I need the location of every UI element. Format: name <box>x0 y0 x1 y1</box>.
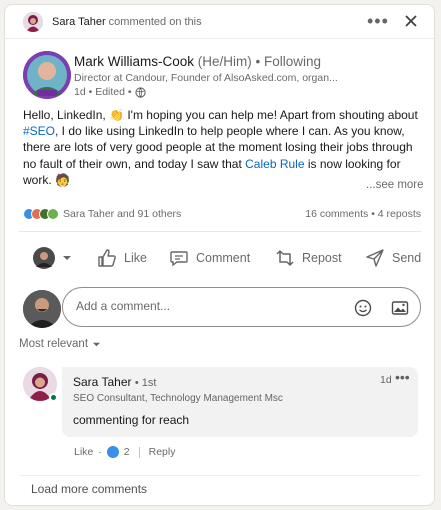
comment-input-box[interactable]: Add a comment... <box>62 287 421 327</box>
reaction-persona-button[interactable] <box>33 238 72 278</box>
post-meta: 1d • Edited • <box>74 86 146 98</box>
reactions-text[interactable]: Sara Taher and 91 others <box>63 208 181 220</box>
post-body: Hello, LinkedIn, 👏 I'm hoping you can he… <box>23 107 421 188</box>
send-button[interactable]: Send <box>365 238 421 278</box>
author-avatar[interactable] <box>23 51 71 99</box>
actor-action: commented on this <box>108 16 202 28</box>
commenter-headline: SEO Consultant, Technology Management Ms… <box>73 393 283 404</box>
comment-actions: Like · 2 Reply <box>74 446 175 458</box>
actor-avatar[interactable] <box>23 12 43 32</box>
load-more-comments-button[interactable]: Load more comments <box>31 482 147 496</box>
caret-down-icon <box>63 256 71 260</box>
image-icon[interactable] <box>391 299 409 317</box>
close-icon[interactable] <box>403 13 419 29</box>
author-name[interactable]: Mark Williams-Cook <box>74 54 194 69</box>
connection-degree: • 1st <box>134 377 157 389</box>
emoji-icon[interactable] <box>354 299 372 317</box>
social-counts: Sara Taher and 91 others 16 comments • 4… <box>23 208 421 222</box>
send-label: Send <box>392 251 422 265</box>
repost-icon <box>276 250 294 266</box>
comment-like-button[interactable]: Like <box>74 446 93 458</box>
more-options-icon[interactable]: ••• <box>367 12 389 30</box>
like-button[interactable]: Like <box>97 238 147 278</box>
see-more-button[interactable]: ...see more <box>366 179 424 191</box>
comment-reply-button[interactable]: Reply <box>149 446 176 458</box>
comment-like-count[interactable]: 2 <box>124 446 130 458</box>
repost-button[interactable]: Repost <box>275 238 342 278</box>
like-reaction-icon <box>106 446 119 458</box>
globe-icon <box>134 86 146 98</box>
commenter-name-line: Sara Taher • 1st <box>73 375 156 389</box>
author-pronouns: (He/Him) <box>197 54 252 69</box>
post-text-1: Hello, LinkedIn, 👏 I'm hoping you can he… <box>23 108 418 122</box>
current-user-avatar <box>23 290 61 328</box>
like-label: Like <box>124 251 147 265</box>
comment-icon <box>170 251 188 267</box>
caret-down-icon <box>92 342 101 346</box>
send-icon <box>366 249 384 267</box>
mention-link[interactable]: Caleb Rule <box>245 157 304 171</box>
sort-label: Most relevant <box>19 338 89 350</box>
actor-avatar-image <box>23 12 43 32</box>
activity-header: Sara Taher commented on this ••• <box>5 5 434 39</box>
comment-label: Comment <box>196 251 251 265</box>
sort-comments-dropdown[interactable]: Most relevant <box>19 338 101 350</box>
comment-options-icon[interactable]: ••• <box>395 369 410 385</box>
commenter-avatar[interactable] <box>23 367 58 402</box>
actor-name[interactable]: Sara Taher <box>52 16 106 28</box>
insightful-reaction-icon <box>47 208 59 220</box>
reposts-count[interactable]: • 4 reposts <box>371 208 421 220</box>
comment-action-separator: · <box>98 446 102 458</box>
reaction-icons[interactable] <box>23 208 61 220</box>
post-time: 1d • Edited • <box>74 86 132 98</box>
divider <box>19 475 421 476</box>
post-actions: Like Comment Repost Send <box>19 238 421 278</box>
author-headline: Director at Candour, Founder of AlsoAske… <box>74 72 338 84</box>
follow-status: • Following <box>255 54 322 69</box>
post-detail-card: Sara Taher commented on this ••• Mark Wi… <box>4 4 435 506</box>
comment-button[interactable]: Comment <box>169 238 250 278</box>
comment-time: 1d <box>380 374 392 386</box>
comment-item: Sara Taher • 1st SEO Consultant, Technol… <box>62 367 418 437</box>
comment-input[interactable]: Add a comment... <box>76 299 170 313</box>
engagement-counts: 16 comments • 4 reposts <box>305 208 421 220</box>
repost-label: Repost <box>302 251 342 265</box>
comments-count[interactable]: 16 comments <box>305 208 368 220</box>
hashtag-link[interactable]: #SEO <box>23 124 55 138</box>
commenter-name[interactable]: Sara Taher <box>73 375 131 389</box>
activity-text: Sara Taher commented on this <box>52 16 202 28</box>
divider <box>138 446 140 458</box>
thumbs-up-icon <box>98 249 116 267</box>
post-author: Mark Williams-Cook (He/Him) • Following <box>74 54 321 69</box>
divider <box>19 231 421 232</box>
online-status-indicator <box>49 393 58 402</box>
persona-avatar-icon <box>33 247 55 269</box>
comment-text: commenting for reach <box>73 413 190 427</box>
